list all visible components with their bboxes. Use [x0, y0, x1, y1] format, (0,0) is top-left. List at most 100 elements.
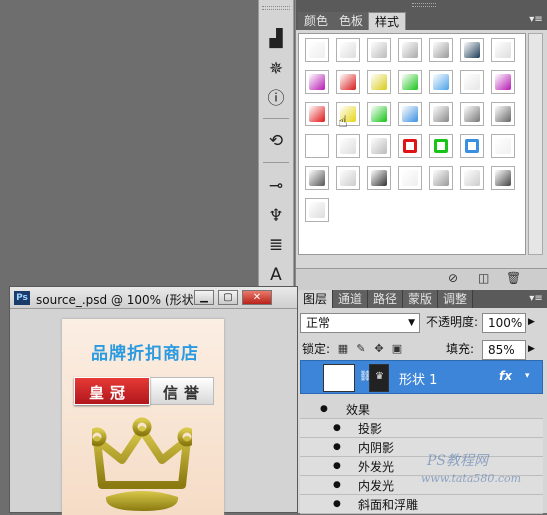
styles-scrollbar[interactable]: [528, 33, 543, 255]
eye-icon[interactable]: ●: [333, 480, 341, 490]
brush-presets-icon[interactable]: ⊸: [265, 175, 287, 197]
fx-badge[interactable]: fx: [499, 369, 512, 383]
style-swatch[interactable]: [367, 166, 391, 190]
style-swatch[interactable]: [429, 38, 453, 62]
trash-icon[interactable]: 🗑: [506, 271, 521, 285]
effects-group-row[interactable]: ● 效果: [300, 400, 543, 419]
vector-mask-thumbnail: ♛: [369, 364, 389, 392]
tab-swatches[interactable]: 色板: [333, 12, 371, 30]
document-window: Ps source_.psd @ 100% (形状... ▁ ▢ ✕ 品牌折扣商…: [9, 286, 298, 515]
document-titlebar[interactable]: Ps source_.psd @ 100% (形状... ▁ ▢ ✕: [10, 287, 297, 309]
style-swatch[interactable]: [491, 134, 515, 158]
close-button[interactable]: ✕: [242, 290, 272, 305]
eye-icon[interactable]: ●: [320, 404, 328, 414]
effect-name: 外发光: [358, 460, 395, 474]
column-grip[interactable]: [262, 6, 290, 10]
style-swatch[interactable]: [336, 166, 360, 190]
eye-icon[interactable]: ●: [333, 499, 341, 509]
info-icon[interactable]: ⓘ: [265, 88, 287, 110]
blend-mode-select[interactable]: 正常 ▼: [300, 313, 420, 333]
style-swatch[interactable]: [367, 134, 391, 158]
opacity-field[interactable]: 100%: [482, 313, 526, 333]
panel-menu-icon[interactable]: ▾≡: [528, 12, 544, 28]
lock-position-icon[interactable]: ✥: [372, 342, 386, 356]
style-swatch[interactable]: [398, 166, 422, 190]
layer-name[interactable]: 形状 1: [399, 369, 437, 388]
histogram-icon[interactable]: ▟: [265, 28, 287, 50]
style-swatch[interactable]: [460, 166, 484, 190]
tab-styles[interactable]: 样式: [368, 12, 407, 30]
style-swatch[interactable]: [491, 166, 515, 190]
style-swatch[interactable]: [336, 134, 360, 158]
banner-right: 信誉: [148, 377, 214, 405]
lock-image-icon[interactable]: ✎: [354, 342, 368, 356]
expand-toggle-icon[interactable]: ▾: [525, 371, 530, 381]
style-swatch[interactable]: [305, 70, 329, 94]
style-swatch[interactable]: [398, 70, 422, 94]
layer-row-shape1[interactable]: ⛓ ♛ 形状 1 fx ▾: [300, 360, 543, 394]
eye-icon[interactable]: ●: [333, 442, 341, 452]
style-swatch[interactable]: [429, 70, 453, 94]
clone-source-icon[interactable]: ♆: [265, 205, 287, 227]
tab-masks[interactable]: 蒙版: [403, 290, 439, 308]
style-swatch[interactable]: [305, 134, 329, 158]
tab-layers[interactable]: 图层: [298, 290, 334, 308]
style-swatch[interactable]: [367, 70, 391, 94]
styles-panel: 颜色 色板 样式 ▾≡ ⊘ ◫ 🗑: [295, 0, 547, 290]
lock-all-icon[interactable]: ▣: [390, 342, 404, 356]
style-swatch[interactable]: [491, 38, 515, 62]
effect-row[interactable]: ● 斜面和浮雕: [300, 495, 543, 514]
effect-name: 斜面和浮雕: [358, 498, 419, 512]
actions-icon[interactable]: ≣: [265, 234, 287, 256]
style-swatch[interactable]: [305, 166, 329, 190]
navigator-icon[interactable]: ✵: [265, 58, 287, 80]
hand-cursor-icon: ☝: [338, 112, 348, 131]
style-swatch[interactable]: [305, 198, 329, 222]
style-swatch[interactable]: [491, 102, 515, 126]
style-swatch[interactable]: [429, 166, 453, 190]
effect-name: 投影: [358, 422, 383, 436]
fill-field[interactable]: 85%: [482, 340, 526, 360]
style-swatch[interactable]: [305, 102, 329, 126]
style-swatch[interactable]: [460, 70, 484, 94]
panel-grip[interactable]: [412, 3, 436, 7]
tab-adjustments[interactable]: 调整: [438, 290, 474, 308]
no-icon[interactable]: ⊘: [448, 271, 458, 285]
effect-row[interactable]: ● 内阴影: [300, 438, 543, 457]
effect-row[interactable]: ● 投影: [300, 419, 543, 438]
effects-label: 效果: [346, 403, 371, 417]
style-swatch[interactable]: [460, 102, 484, 126]
style-swatch[interactable]: [429, 102, 453, 126]
document-canvas[interactable]: 品牌折扣商店 信誉 皇冠: [62, 319, 224, 515]
chevron-right-icon[interactable]: ▶: [528, 312, 535, 332]
fill-label: 填充:: [446, 342, 475, 356]
lock-transparent-icon[interactable]: ▦: [336, 342, 350, 356]
tab-paths[interactable]: 路径: [368, 290, 404, 308]
eye-icon[interactable]: ●: [333, 423, 341, 433]
tab-channels[interactable]: 通道: [333, 290, 369, 308]
style-swatch[interactable]: [398, 134, 422, 158]
tab-color[interactable]: 颜色: [298, 12, 336, 30]
character-icon[interactable]: A: [265, 264, 287, 286]
chevron-down-icon: ▼: [408, 318, 415, 328]
chevron-right-icon[interactable]: ▶: [528, 339, 535, 359]
style-swatch[interactable]: [336, 38, 360, 62]
panel-menu-icon[interactable]: ▾≡: [528, 291, 544, 307]
minimize-button[interactable]: ▁: [194, 290, 214, 305]
style-swatch[interactable]: [305, 38, 329, 62]
style-swatch[interactable]: [367, 38, 391, 62]
style-swatch[interactable]: [491, 70, 515, 94]
eye-icon[interactable]: ●: [333, 461, 341, 471]
history-icon[interactable]: ⟲: [265, 130, 287, 152]
style-swatch[interactable]: [398, 38, 422, 62]
divider: [263, 162, 289, 163]
style-swatch[interactable]: [429, 134, 453, 158]
style-swatch[interactable]: [336, 70, 360, 94]
style-swatch[interactable]: [398, 102, 422, 126]
banner-left-text: 皇冠: [89, 384, 132, 402]
new-icon[interactable]: ◫: [478, 271, 489, 285]
style-swatch[interactable]: [460, 134, 484, 158]
style-swatch[interactable]: [460, 38, 484, 62]
maximize-button[interactable]: ▢: [218, 290, 238, 305]
style-swatch[interactable]: [367, 102, 391, 126]
